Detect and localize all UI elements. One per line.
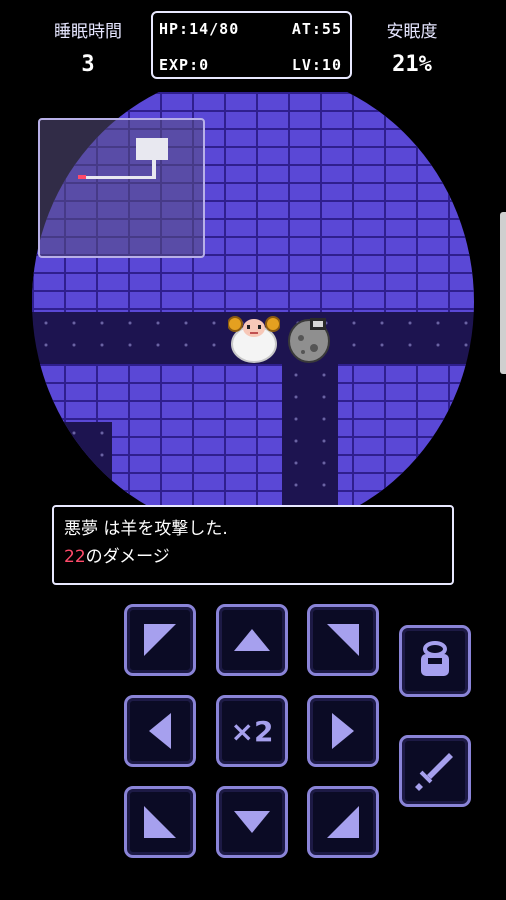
- comfort-label: 安眠度: [386, 22, 438, 42]
- exp-readout: EXP:0: [159, 56, 210, 74]
- message-line-1: 悪夢 は羊を攻撃した.: [64, 519, 228, 539]
- hp-readout: HP:14/80: [159, 20, 240, 38]
- move-right-button[interactable]: [307, 695, 379, 767]
- speed-label: ×2: [230, 714, 274, 748]
- arrow-down-right-icon: [327, 806, 359, 838]
- message-line-2: 22のダメージ: [64, 543, 442, 571]
- comfort-value: 21%: [392, 52, 432, 77]
- minimap-player-marker: [78, 175, 86, 179]
- sleep-time-label: 睡眠時間: [54, 22, 122, 42]
- arrow-right-icon: [332, 713, 354, 749]
- move-down-button[interactable]: [216, 786, 288, 858]
- battle-message-box: 悪夢 は羊を攻撃した. 22のダメージ: [52, 505, 454, 585]
- item-bag-icon: [421, 641, 449, 676]
- level-readout: LV:10: [291, 56, 342, 74]
- move-left-button[interactable]: [124, 695, 196, 767]
- sword-icon: [415, 753, 453, 791]
- attack-readout: AT:55: [291, 20, 342, 38]
- arrow-down-left-icon: [144, 806, 176, 838]
- item-bag-button[interactable]: [399, 625, 471, 697]
- damage-number: 22: [64, 547, 86, 567]
- damage-text: のダメージ: [85, 547, 170, 567]
- minimap-room: [136, 138, 168, 160]
- corridor-left-pocket: [32, 422, 112, 512]
- speed-toggle-button[interactable]: ×2: [216, 695, 288, 767]
- sleep-time-value: 3: [81, 52, 95, 77]
- corridor-vertical: [282, 364, 338, 512]
- move-down-right-button[interactable]: [307, 786, 379, 858]
- sheep-player: [228, 316, 280, 363]
- move-up-right-button[interactable]: [307, 604, 379, 676]
- status-panel: HP:14/80 AT:55 EXP:0 LV:10: [151, 11, 352, 79]
- arrow-up-right-icon: [327, 624, 359, 656]
- side-drawer-handle[interactable]: [500, 212, 506, 374]
- arrow-up-icon: [234, 629, 270, 651]
- arrow-up-left-icon: [144, 624, 176, 656]
- arrow-down-icon: [234, 811, 270, 833]
- attack-button[interactable]: [399, 735, 471, 807]
- move-down-left-button[interactable]: [124, 786, 196, 858]
- minimap-path: [80, 176, 156, 179]
- move-up-button[interactable]: [216, 604, 288, 676]
- nightmare-enemy: [288, 318, 330, 363]
- move-up-left-button[interactable]: [124, 604, 196, 676]
- arrow-left-icon: [149, 713, 171, 749]
- minimap: [38, 118, 205, 258]
